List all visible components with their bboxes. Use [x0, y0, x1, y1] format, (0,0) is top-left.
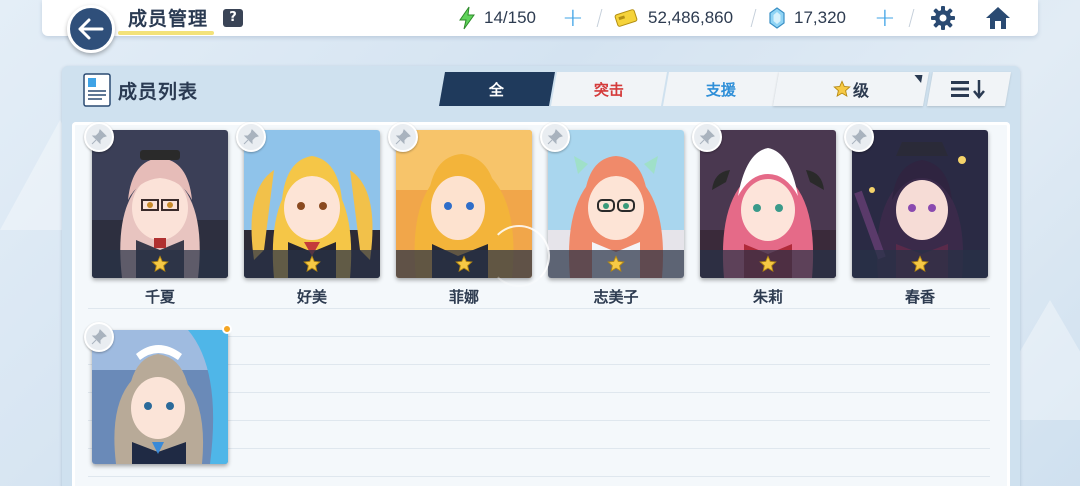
title-underline [118, 31, 214, 35]
member-name: 朱莉 [752, 288, 783, 306]
character-portrait [92, 130, 228, 278]
member-name: 菲娜 [448, 288, 479, 306]
character-portrait [548, 130, 684, 278]
filter-tabs: 全 突击 支援 [439, 72, 779, 106]
star-rating [852, 250, 988, 278]
star-icon [455, 255, 473, 272]
portrait-image [92, 330, 228, 464]
pin-icon [395, 129, 411, 145]
new-indicator-dot [222, 324, 232, 334]
sort-descending-icon [951, 80, 985, 99]
pin-button[interactable] [84, 122, 114, 152]
gem-icon [769, 7, 785, 29]
credits-resource: 52,486,860 [614, 0, 733, 36]
star-rating [396, 250, 532, 278]
pin-icon [243, 129, 259, 145]
member-name: 千夏 [144, 288, 175, 306]
dropdown-corner-icon [913, 75, 923, 83]
pin-icon [91, 129, 107, 145]
stamina-resource: 14/150 [458, 0, 536, 36]
member-name: 好美 [296, 288, 327, 306]
tab-all-label: 全 [489, 80, 505, 99]
pin-icon [91, 329, 107, 345]
character-portrait [852, 130, 988, 278]
pin-button[interactable] [388, 122, 418, 152]
tab-strike-label: 突击 [593, 80, 624, 99]
tab-support[interactable]: 支援 [663, 72, 779, 106]
home-button[interactable] [984, 4, 1012, 32]
settings-button[interactable] [929, 4, 957, 32]
home-icon [986, 7, 1010, 29]
pin-button[interactable] [540, 122, 570, 152]
divider [88, 308, 990, 309]
credit-card-icon [614, 9, 638, 27]
page-title: 成员管理 [128, 8, 209, 30]
pin-button[interactable] [844, 122, 874, 152]
back-button[interactable] [67, 5, 115, 53]
gear-icon [931, 6, 955, 30]
add-stamina-button[interactable]: + [562, 4, 584, 32]
gems-resource: 17,320 [768, 0, 846, 36]
star-icon [759, 255, 777, 272]
star-rating [700, 250, 836, 278]
star-icon [303, 255, 321, 272]
add-gems-button[interactable]: + [874, 4, 896, 32]
pin-icon [547, 129, 563, 145]
panel-header: 成员列表 全 突击 支援 级 [62, 66, 1020, 120]
character-portrait [700, 130, 836, 278]
roster-book-icon [83, 73, 111, 107]
arrow-left-icon [78, 18, 104, 40]
pin-icon [699, 129, 715, 145]
star-icon [911, 255, 929, 272]
character-portrait [396, 130, 532, 278]
star-rating [548, 250, 684, 278]
sort-by-star-button[interactable]: 级 [773, 72, 929, 106]
panel-title: 成员列表 [118, 81, 199, 103]
member-name: 志美子 [593, 288, 639, 306]
gems-value: 17,320 [794, 8, 846, 27]
star-rating [244, 250, 380, 278]
pin-button[interactable] [84, 322, 114, 352]
star-icon [151, 255, 169, 272]
credits-value: 52,486,860 [648, 8, 734, 27]
sort-label: 级 [852, 81, 869, 100]
lightning-icon [459, 6, 475, 30]
pin-button[interactable] [692, 122, 722, 152]
star-rating [92, 250, 228, 278]
help-button[interactable]: ? [223, 9, 243, 27]
tab-support-label: 支援 [705, 80, 736, 99]
pin-button[interactable] [236, 122, 266, 152]
divider [88, 476, 990, 477]
character-portrait [244, 130, 380, 278]
tab-all[interactable]: 全 [439, 72, 555, 106]
stamina-value: 14/150 [484, 8, 536, 27]
pin-icon [851, 129, 867, 145]
tab-strike[interactable]: 突击 [551, 72, 667, 106]
star-icon [607, 255, 625, 272]
member-name: 春香 [904, 288, 935, 306]
sort-order-button[interactable] [927, 72, 1011, 106]
star-icon [833, 80, 851, 97]
character-portrait [92, 330, 228, 464]
